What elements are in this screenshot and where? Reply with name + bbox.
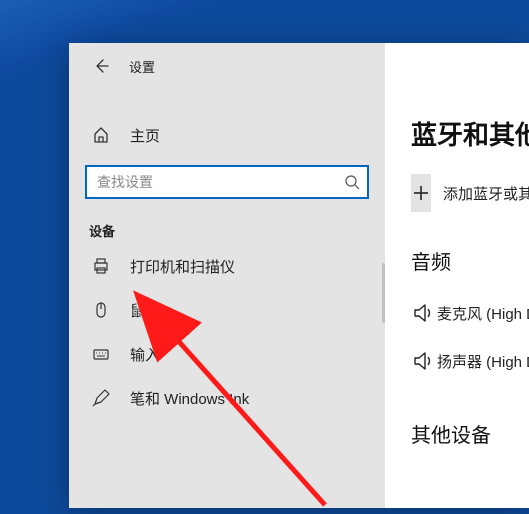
settings-window: 设置 主页 设备 — [69, 43, 529, 508]
device-label: 麦克风 (High Definition Audio) — [437, 303, 529, 324]
add-device-button[interactable]: 添加蓝牙或其他设备 — [411, 174, 529, 212]
speaker-icon — [411, 348, 437, 374]
sidebar-item-pen[interactable]: 笔和 Windows Ink — [69, 376, 385, 420]
speaker-icon — [411, 300, 437, 326]
search-box[interactable] — [85, 165, 369, 199]
sidebar-item-home[interactable]: 主页 — [69, 113, 385, 157]
sidebar-item-label: 笔和 Windows Ink — [130, 388, 249, 409]
plus-icon — [411, 174, 431, 212]
home-icon — [89, 126, 113, 144]
search-input[interactable] — [87, 167, 337, 197]
device-item[interactable]: 扬声器 (High Definition Audio) — [411, 337, 529, 385]
sidebar-item-typing[interactable]: 输入 — [69, 332, 385, 376]
search-icon — [337, 174, 367, 190]
printer-icon — [89, 257, 113, 275]
add-device-label: 添加蓝牙或其他设备 — [443, 183, 529, 204]
mouse-icon — [89, 301, 113, 319]
sidebar-item-printers[interactable]: 打印机和扫描仪 — [69, 244, 385, 288]
sidebar-section-devices: 设备 — [69, 205, 385, 244]
titlebar: 设置 — [69, 43, 385, 89]
window-title: 设置 — [129, 57, 155, 76]
device-label: 扬声器 (High Definition Audio) — [437, 351, 529, 372]
section-other: 其他设备 — [411, 419, 529, 448]
sidebar-item-label: 打印机和扫描仪 — [130, 256, 235, 277]
sidebar-item-mouse[interactable]: 鼠标 — [69, 288, 385, 332]
pen-icon — [89, 389, 113, 407]
sidebar-item-label: 鼠标 — [130, 300, 160, 321]
page-title: 蓝牙和其他设备 — [411, 115, 529, 152]
sidebar-item-label: 输入 — [130, 344, 160, 365]
back-button[interactable] — [87, 52, 115, 80]
content-pane: 蓝牙和其他设备 添加蓝牙或其他设备 音频 麦克风 (High Definitio… — [385, 43, 529, 508]
sidebar-item-label: 主页 — [130, 125, 160, 146]
device-item[interactable]: 麦克风 (High Definition Audio) — [411, 289, 529, 337]
arrow-left-icon — [92, 57, 110, 75]
keyboard-icon — [89, 345, 113, 363]
settings-sidebar: 设置 主页 设备 — [69, 43, 385, 508]
section-audio: 音频 — [411, 246, 529, 275]
